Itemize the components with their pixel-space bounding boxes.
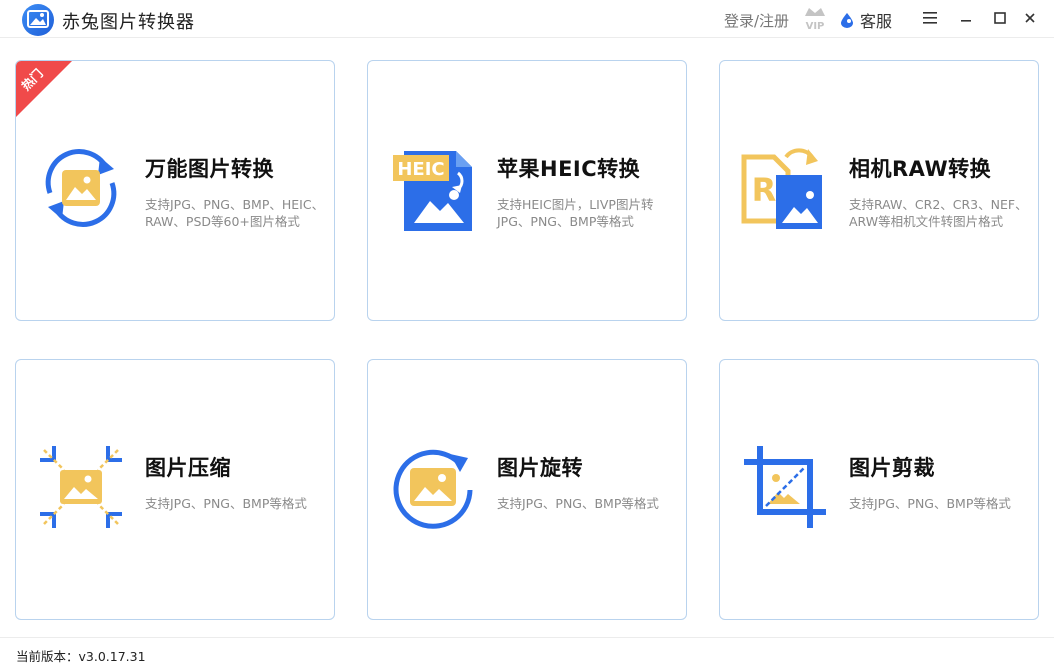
customer-service-button[interactable]: 客服 — [840, 8, 892, 32]
minimize-button[interactable] — [956, 8, 976, 28]
card-raw-convert[interactable]: R 相机RAW转换 支持RAW、CR2、CR3、NEF、ARW等相机文件转图片格… — [719, 60, 1039, 321]
service-drop-icon — [841, 13, 853, 28]
card-title: 图片压缩 — [145, 456, 231, 480]
svg-text:R: R — [752, 171, 777, 209]
hot-badge: 热门 — [16, 61, 72, 117]
app-title: 赤兔图片转换器 — [62, 12, 195, 33]
card-title: 苹果HEIC转换 — [497, 157, 641, 181]
card-universal-convert[interactable]: 热门 万能图片转换 支持JPG、PNG、BMP、HEIC、RAW、PSD等60+… — [15, 60, 335, 321]
svg-text:VIP: VIP — [806, 21, 825, 32]
raw-file-icon: R — [741, 148, 822, 229]
card-description: 支持JPG、PNG、BMP等格式 — [145, 496, 307, 511]
card-title: 图片旋转 — [497, 456, 583, 480]
card-heic-convert[interactable]: HEIC 苹果HEIC转换 支持HEIC图片，LIVP图片转JPG、PNG、BM… — [367, 60, 687, 321]
crop-icon — [744, 446, 826, 528]
maximize-button[interactable] — [990, 8, 1010, 28]
title-bar: 赤兔图片转换器 登录/注册 VIP 客服 — [0, 0, 1054, 38]
card-description: 支持HEIC图片，LIVP图片转JPG、PNG、BMP等格式 — [497, 197, 654, 229]
card-description: 支持RAW、CR2、CR3、NEF、ARW等相机文件转图片格式 — [849, 197, 1028, 229]
card-description: 支持JPG、PNG、BMP、HEIC、RAW、PSD等60+图片格式 — [145, 197, 325, 229]
card-rotate[interactable]: 图片旋转 支持JPG、PNG、BMP等格式 — [367, 359, 687, 620]
app-logo-icon — [22, 4, 54, 36]
card-crop[interactable]: 图片剪裁 支持JPG、PNG、BMP等格式 — [719, 359, 1039, 620]
close-button[interactable] — [1020, 8, 1040, 28]
maximize-icon — [994, 12, 1006, 24]
card-description: 支持JPG、PNG、BMP等格式 — [849, 496, 1011, 511]
card-title: 万能图片转换 — [145, 157, 274, 181]
service-label: 客服 — [860, 12, 893, 31]
vip-crown-icon[interactable]: VIP — [802, 4, 828, 32]
compress-icon — [40, 446, 122, 528]
svg-text:HEIC: HEIC — [397, 159, 444, 180]
login-register-link[interactable]: 登录/注册 — [724, 10, 789, 31]
hamburger-icon — [923, 12, 937, 24]
close-icon — [1025, 13, 1035, 23]
heic-file-icon: HEIC — [393, 151, 472, 231]
card-description: 支持JPG、PNG、BMP等格式 — [497, 496, 659, 511]
status-footer: 当前版本：v3.0.17.31 — [0, 637, 1054, 666]
card-compress[interactable]: 图片压缩 支持JPG、PNG、BMP等格式 — [15, 359, 335, 620]
menu-button[interactable] — [920, 8, 940, 28]
version-label: 当前版本：v3.0.17.31 — [16, 649, 146, 664]
card-title: 图片剪裁 — [849, 456, 935, 480]
image-convert-icon — [45, 149, 117, 227]
card-title: 相机RAW转换 — [849, 157, 992, 181]
rotate-icon — [393, 449, 473, 529]
minimize-icon — [961, 20, 971, 22]
